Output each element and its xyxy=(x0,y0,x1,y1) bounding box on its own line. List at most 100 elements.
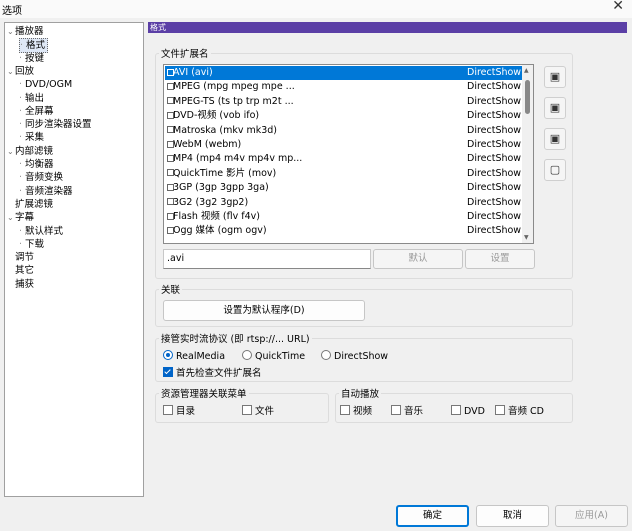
autoplay-option[interactable]: 音乐 xyxy=(391,405,423,418)
video-file-icon: ▣ xyxy=(549,70,561,83)
scroll-down-icon[interactable]: ▼ xyxy=(524,234,529,241)
tree-item[interactable]: · 音频渲染器 xyxy=(19,185,73,198)
check-extension-option[interactable]: 首先检查文件扩展名 xyxy=(163,367,262,380)
default-button[interactable]: 默认 xyxy=(373,249,463,269)
extension-name: WebM (webm) xyxy=(173,139,242,150)
tree-item-label: 扩展滤镜 xyxy=(15,198,54,210)
extension-row[interactable]: Flash 视频 (flv f4v) DirectShow xyxy=(165,210,523,224)
check-extension-checkbox[interactable] xyxy=(163,367,173,377)
autoplay-checkbox[interactable] xyxy=(340,405,350,415)
audio-file-button[interactable]: ▣ xyxy=(544,97,566,119)
autoplay-option[interactable]: 视频 xyxy=(340,405,372,418)
explorer-checkbox[interactable] xyxy=(242,405,252,415)
autoplay-option[interactable]: 音频 CD xyxy=(495,405,544,418)
video-file-button[interactable]: ▣ xyxy=(544,66,566,88)
apply-button[interactable]: 应用(A) xyxy=(555,505,628,527)
autoplay-checkbox[interactable] xyxy=(391,405,401,415)
tree-item-label: 默认样式 xyxy=(25,225,64,237)
autoplay-item-label: DVD xyxy=(464,406,485,417)
panel-header: 格式 xyxy=(148,22,627,33)
extension-name: Ogg 媒体 (ogm ogv) xyxy=(173,225,267,237)
tree-item-label: 捕获 xyxy=(15,278,35,290)
tree-item[interactable]: · 按键 xyxy=(19,52,44,65)
tree-item[interactable]: 捕获 xyxy=(7,278,34,291)
check-extension-label: 首先检查文件扩展名 xyxy=(176,368,262,379)
cancel-button[interactable]: 取消 xyxy=(476,505,549,527)
tree-item[interactable]: · 默认样式 xyxy=(19,225,63,238)
tree-item[interactable]: · 采集 xyxy=(19,131,44,144)
extension-row[interactable]: AVI (avi) DirectShow xyxy=(165,66,523,81)
tree-item-label: DVD/OGM xyxy=(25,79,73,91)
tree-item-label: 采集 xyxy=(25,132,45,144)
extension-name: QuickTime 影片 (mov) xyxy=(173,167,277,179)
explorer-label: 目录 xyxy=(176,406,196,417)
extension-handler: DirectShow xyxy=(467,81,522,93)
tree-item-label: 均衡器 xyxy=(25,159,54,170)
tree-item[interactable]: · 全屏幕 xyxy=(19,105,54,118)
tree-item[interactable]: 调节 xyxy=(7,251,34,264)
expand-icon[interactable]: ⌄ xyxy=(7,25,15,38)
tree-item[interactable]: 扩展滤镜 xyxy=(7,198,53,211)
extension-row[interactable]: Matroska (mkv mk3d) DirectShow xyxy=(165,124,523,138)
extension-row[interactable]: 3GP (3gp 3gpp 3ga) DirectShow xyxy=(165,181,523,195)
tree-item[interactable]: · 下载 xyxy=(19,238,44,251)
scroll-thumb[interactable] xyxy=(525,80,530,114)
protocol-option[interactable]: QuickTime xyxy=(242,350,305,363)
tree-item[interactable]: 其它 xyxy=(7,264,34,277)
protocol-radio[interactable] xyxy=(163,350,173,360)
set-button[interactable]: 设置 xyxy=(465,249,535,269)
tree-item[interactable]: · 均衡器 xyxy=(19,158,54,171)
extension-row[interactable]: QuickTime 影片 (mov) DirectShow xyxy=(165,167,523,181)
set-default-program-button[interactable]: 设置为默认程序(D) xyxy=(163,300,365,321)
extension-row[interactable]: 3G2 (3g2 3gp2) DirectShow xyxy=(165,196,523,210)
tree-item-label: 按键 xyxy=(25,52,45,64)
expand-icon[interactable]: ⌄ xyxy=(7,211,15,224)
protocol-radio[interactable] xyxy=(242,350,252,360)
autoplay-option[interactable]: DVD xyxy=(451,405,485,418)
autoplay-label: 自动播放 xyxy=(339,386,382,400)
explorer-option[interactable]: 目录 xyxy=(163,405,195,418)
extension-list[interactable]: AVI (avi) DirectShow MPEG (mpg mpeg mpe ..… xyxy=(163,64,534,244)
ok-button[interactable]: 确定 xyxy=(396,505,469,527)
tree-item[interactable]: ⌄播放器 xyxy=(7,25,44,38)
protocol-option[interactable]: DirectShow xyxy=(321,350,388,363)
tree-item-label: 下载 xyxy=(25,238,45,250)
autoplay-item-label: 音频 CD xyxy=(508,406,544,417)
tree-item[interactable]: ⌄回放 xyxy=(7,65,34,78)
autoplay-checkbox[interactable] xyxy=(451,405,461,415)
all-files-button[interactable]: ▣ xyxy=(544,128,566,150)
protocol-label: DirectShow xyxy=(334,351,389,362)
extensions-group-label: 文件扩展名 xyxy=(159,46,211,60)
extension-row[interactable]: MP4 (mp4 m4v mp4v mp... DirectShow xyxy=(165,152,523,166)
close-icon[interactable]: ✕ xyxy=(612,0,624,14)
all-files-icon: ▣ xyxy=(549,132,561,145)
extension-row[interactable]: DVD-视频 (vob ifo) DirectShow xyxy=(165,109,523,123)
tree-item[interactable]: · 同步渲染器设置 xyxy=(19,118,92,131)
protocol-label: QuickTime xyxy=(255,351,306,362)
extension-name: AVI (avi) xyxy=(173,67,213,78)
autoplay-checkbox[interactable] xyxy=(495,405,505,415)
protocol-option[interactable]: RealMedia xyxy=(163,350,225,363)
tree-item[interactable]: · DVD/OGM xyxy=(19,78,72,91)
tree-item[interactable]: ⌄内部滤镜 xyxy=(7,145,53,158)
extension-row[interactable]: MPEG-TS (ts tp trp m2t ... DirectShow xyxy=(165,95,523,109)
extension-row[interactable]: WebM (webm) DirectShow xyxy=(165,138,523,152)
expand-icon[interactable]: ⌄ xyxy=(7,65,15,78)
explorer-checkbox[interactable] xyxy=(163,405,173,415)
extension-field[interactable]: .avi xyxy=(163,249,371,269)
tree-item[interactable]: · 音频变换 xyxy=(19,171,63,184)
clear-button[interactable]: ▢ xyxy=(544,159,566,181)
extension-row[interactable]: Ogg 媒体 (ogm ogv) DirectShow xyxy=(165,224,523,238)
explorer-option[interactable]: 文件 xyxy=(242,405,274,418)
options-tree[interactable]: ⌄播放器 · 格式 · 按键 ⌄回放 · DVD/OGM · 输出 · 全屏幕 · 同步渲染器设置 · 采集 ⌄… xyxy=(4,22,144,497)
extension-row[interactable]: MPEG (mpg mpeg mpe ... DirectShow xyxy=(165,80,523,94)
scroll-up-icon[interactable]: ▲ xyxy=(524,67,529,74)
expand-icon[interactable]: ⌄ xyxy=(7,145,15,158)
list-scrollbar[interactable]: ▲ ▼ xyxy=(522,65,533,243)
protocol-radio[interactable] xyxy=(321,350,331,360)
extension-name: MPEG-TS (ts tp trp m2t ... xyxy=(173,95,294,107)
tree-item-label: 输出 xyxy=(25,92,45,104)
tree-item[interactable]: · 输出 xyxy=(19,92,44,105)
tree-item[interactable]: ⌄字幕 xyxy=(7,211,34,224)
extension-handler: DirectShow xyxy=(467,196,522,208)
